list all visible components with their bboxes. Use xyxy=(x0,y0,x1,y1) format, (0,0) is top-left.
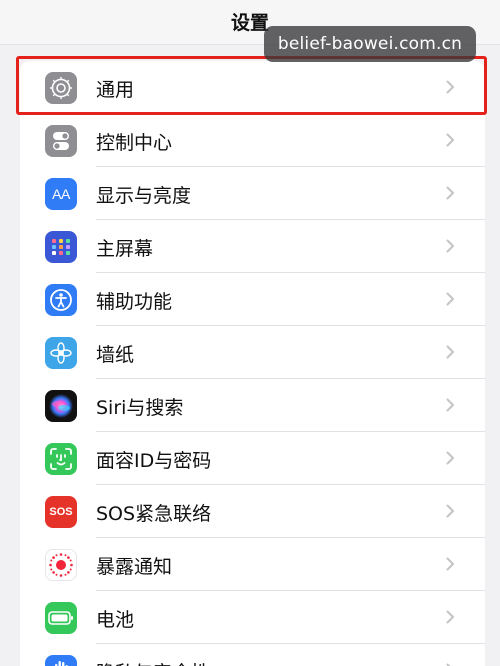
chevron-right-icon xyxy=(446,186,454,200)
settings-item-control-center[interactable]: 控制中心 xyxy=(20,114,485,167)
accessibility-icon xyxy=(45,284,77,316)
settings-item-label: 暴露通知 xyxy=(96,556,173,578)
chevron-right-icon xyxy=(446,451,454,465)
chevron-right-icon xyxy=(446,504,454,518)
siri-icon xyxy=(45,390,77,422)
settings-item-label: Siri与搜索 xyxy=(96,397,184,419)
text-size-icon: AA xyxy=(45,178,77,210)
chevron-right-icon xyxy=(446,239,454,253)
settings-list: 通用 控制中心 AA 显示与亮度 主屏幕 辅助功能 墙纸 Siri与搜索 面容I… xyxy=(20,61,485,666)
settings-item-label: 隐私与安全性 xyxy=(96,658,210,666)
toggles-icon xyxy=(45,125,77,157)
chevron-right-icon xyxy=(446,557,454,571)
settings-item-home-screen[interactable]: 主屏幕 xyxy=(20,220,485,273)
settings-item-label: 控制中心 xyxy=(96,132,173,154)
chevron-right-icon xyxy=(446,398,454,412)
face-id-icon xyxy=(45,443,77,475)
settings-item-label: 辅助功能 xyxy=(96,291,173,313)
settings-item-label: 通用 xyxy=(96,79,135,101)
settings-item-face-id-passcode[interactable]: 面容ID与密码 xyxy=(20,432,485,485)
battery-icon xyxy=(45,602,77,634)
settings-item-label: 主屏幕 xyxy=(96,238,154,260)
watermark: belief-baowei.com.cn xyxy=(264,26,476,62)
settings-item-label: 面容ID与密码 xyxy=(96,450,212,472)
privacy-hand-icon xyxy=(45,655,77,666)
settings-item-battery[interactable]: 电池 xyxy=(20,591,485,644)
sos-icon-text: SOS xyxy=(49,506,73,518)
app-grid-icon xyxy=(45,231,77,263)
settings-item-accessibility[interactable]: 辅助功能 xyxy=(20,273,485,326)
settings-item-label: 显示与亮度 xyxy=(96,185,192,207)
settings-item-display-brightness[interactable]: AA 显示与亮度 xyxy=(20,167,485,220)
chevron-right-icon xyxy=(446,133,454,147)
exposure-icon xyxy=(45,549,77,581)
settings-item-label: SOS紧急联络 xyxy=(96,503,212,525)
settings-item-label: 电池 xyxy=(96,609,135,631)
chevron-right-icon xyxy=(446,80,454,94)
chevron-right-icon xyxy=(446,292,454,306)
settings-item-exposure-notifications[interactable]: 暴露通知 xyxy=(20,538,485,591)
chevron-right-icon xyxy=(446,610,454,624)
settings-item-emergency-sos[interactable]: SOS SOS紧急联络 xyxy=(20,485,485,538)
settings-item-privacy-security[interactable]: 隐私与安全性 xyxy=(20,644,485,666)
settings-screen: 设置 belief-baowei.com.cn 通用 控制中心 AA 显示与亮度… xyxy=(0,0,500,666)
settings-item-general[interactable]: 通用 xyxy=(20,61,485,114)
chevron-right-icon xyxy=(446,345,454,359)
settings-item-wallpaper[interactable]: 墙纸 xyxy=(20,326,485,379)
flower-icon xyxy=(45,337,77,369)
gear-icon xyxy=(45,72,77,104)
settings-item-siri-search[interactable]: Siri与搜索 xyxy=(20,379,485,432)
sos-icon: SOS xyxy=(45,496,77,528)
settings-item-label: 墙纸 xyxy=(96,344,135,366)
